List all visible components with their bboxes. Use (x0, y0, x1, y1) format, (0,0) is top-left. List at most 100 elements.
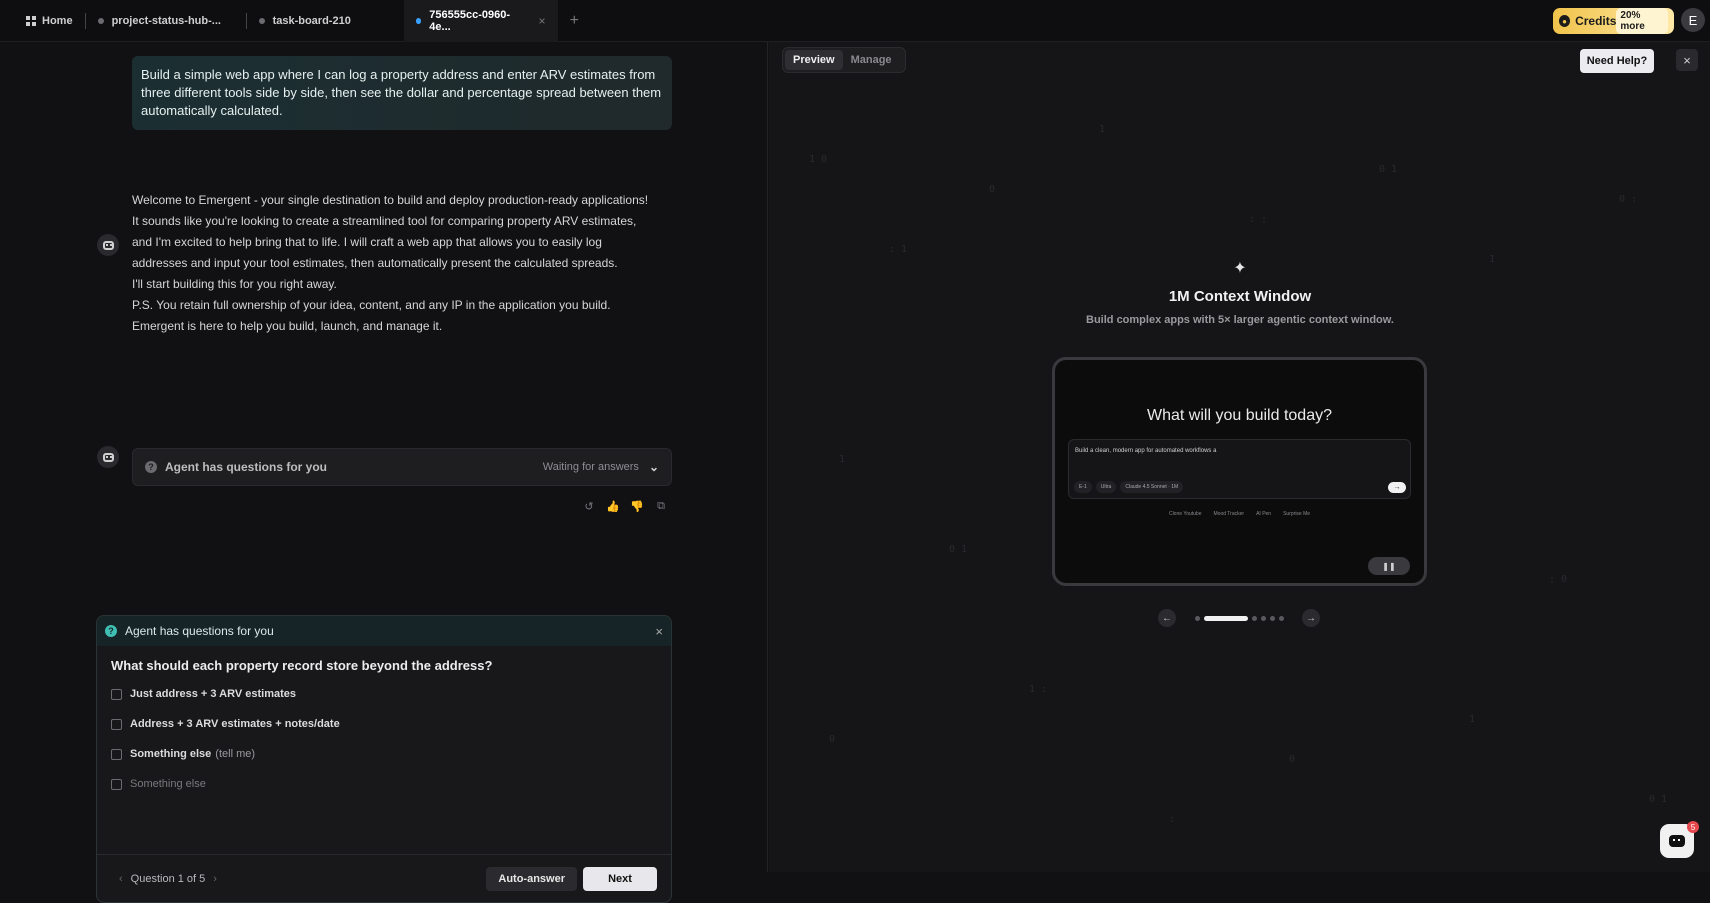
demo-suggestions: Clone Youtube Mood Tracker AI Pen Surpri… (1055, 511, 1424, 517)
feature-title: 1M Context Window (1168, 288, 1312, 305)
svg-text::: : (1169, 814, 1175, 825)
auto-answer-button[interactable]: Auto-answer (486, 866, 577, 891)
demo-chips: E-1 Ultra Claude 4.5 Sonnet · 1M (1074, 481, 1184, 493)
carousel-dot[interactable] (1194, 615, 1200, 621)
thumbs-down-icon[interactable]: 👎 (630, 499, 644, 513)
feature-hero: ✦ 1M Context Window Build complex apps w… (1080, 258, 1400, 328)
questions-bar-label: Agent has questions for you (165, 460, 328, 474)
close-tab-icon[interactable]: × (539, 14, 546, 28)
chevron-left-icon[interactable]: ‹ (119, 873, 123, 885)
demo-suggestion: Surprise Me (1283, 511, 1311, 517)
question-panel-header: ? Agent has questions for you × (97, 616, 671, 646)
message-line: and I'm excited to help bring that to li… (132, 235, 602, 249)
svg-text:1: 1 (1469, 714, 1475, 725)
notification-badge: 5 (1687, 821, 1699, 833)
svg-text:0 :: 0 : (1619, 194, 1637, 205)
svg-text:1 :: 1 : (1029, 684, 1047, 695)
option-label: Something else (130, 748, 212, 760)
next-button[interactable]: Next (583, 866, 657, 891)
option-something-else-tell-me[interactable]: Something else (tell me) (97, 739, 671, 769)
arrow-left-icon[interactable]: ← (1158, 609, 1176, 627)
svg-text:0 1: 0 1 (949, 544, 967, 555)
message-actions: ↺ 👍 👎 ⧉ (582, 499, 668, 513)
option-just-address[interactable]: Just address + 3 ARV estimates (97, 679, 671, 709)
chevron-down-icon[interactable]: ⌄ (649, 460, 659, 474)
message-line: Welcome to Emergent - your single destin… (132, 193, 649, 207)
question-icon: ? (105, 625, 117, 637)
svg-text:0: 0 (989, 184, 995, 195)
dot-icon (97, 17, 104, 24)
svg-text:: 1: : 1 (889, 244, 907, 255)
carousel-dot[interactable] (1251, 615, 1257, 621)
option-label: Address + 3 ARV estimates + notes/date (130, 718, 340, 730)
question-panel: ? Agent has questions for you × What sho… (96, 615, 672, 903)
option-label: Something else (130, 778, 206, 790)
need-help-button[interactable]: Need Help? (1580, 49, 1654, 73)
message-line: It sounds like you're looking to create … (132, 214, 637, 228)
carousel-dot[interactable] (1278, 615, 1284, 621)
svg-text:0 1: 0 1 (1649, 794, 1667, 805)
close-icon[interactable]: × (655, 624, 663, 639)
svg-text:0: 0 (1289, 754, 1295, 765)
option-address-notes-date[interactable]: Address + 3 ARV estimates + notes/date (97, 709, 671, 739)
credits-bonus-badge: 20% more (1616, 8, 1668, 34)
option-label: Just address + 3 ARV estimates (130, 688, 296, 700)
demo-title: What will you build today? (1147, 407, 1332, 424)
user-message: Build a simple web app where I can log a… (132, 56, 672, 130)
tab-bar: Home project-status-hub-... task-board-2… (0, 0, 1710, 42)
carousel-dots (1194, 615, 1284, 621)
dot-icon (415, 17, 422, 24)
carousel-dot[interactable] (1260, 615, 1266, 621)
carousel-dot-active[interactable] (1203, 615, 1248, 621)
tab-manage[interactable]: Manage (843, 50, 900, 70)
history-icon[interactable]: ↺ (582, 499, 596, 513)
message-line: addresses and input your tool estimates,… (132, 256, 618, 270)
demo-video-frame: What will you build today? Build a clean… (1052, 357, 1427, 586)
tab-current-session[interactable]: 756555cc-0960-4e... × (403, 0, 558, 42)
credits-button[interactable]: ● Credits 20% more (1553, 8, 1674, 34)
demo-suggestion: AI Pen (1256, 511, 1272, 517)
feature-subtitle: Build complex apps with 5× larger agenti… (1086, 314, 1394, 326)
chevron-right-icon[interactable]: › (213, 873, 217, 885)
credits-label: Credits (1575, 14, 1617, 28)
question-panel-title: Agent has questions for you (125, 624, 274, 638)
demo-chip: Ultra (1095, 481, 1117, 493)
agent-avatar (97, 234, 119, 256)
pause-icon[interactable]: ❚❚ (1368, 557, 1410, 575)
tab-label: Home (42, 14, 73, 27)
tab-preview[interactable]: Preview (785, 50, 843, 70)
checkbox[interactable] (111, 778, 122, 790)
robot-icon (102, 240, 114, 250)
copy-icon[interactable]: ⧉ (654, 499, 668, 513)
demo-prompt-text: Build a clean, modern app for automated … (1075, 448, 1217, 454)
thumbs-up-icon[interactable]: 👍 (606, 499, 620, 513)
avatar[interactable]: E (1681, 8, 1705, 32)
checkbox[interactable] (111, 718, 122, 730)
question-text: What should each property record store b… (111, 658, 493, 673)
svg-text:: :: : : (1249, 214, 1267, 225)
arrow-right-icon[interactable]: → (1302, 609, 1320, 627)
new-tab-icon[interactable]: + (570, 12, 579, 30)
questions-status: Waiting for answers (542, 461, 639, 473)
svg-text:1 0: 1 0 (809, 154, 827, 165)
option-something-else[interactable]: Something else (97, 769, 671, 799)
demo-chip: Claude 4.5 Sonnet · 1M (1120, 481, 1184, 493)
question-counter: Question 1 of 5 (130, 872, 206, 885)
option-sublabel: (tell me) (215, 748, 256, 760)
svg-text:0 1: 0 1 (1379, 164, 1397, 175)
checkbox[interactable] (111, 748, 122, 760)
svg-text:1: 1 (839, 454, 845, 465)
tab-task-board[interactable]: task-board-210 (247, 0, 404, 42)
tab-home[interactable]: Home (0, 0, 85, 42)
message-line: P.S. You retain full ownership of your i… (132, 298, 611, 312)
checkbox[interactable] (111, 688, 122, 700)
demo-prompt-box: Build a clean, modern app for automated … (1068, 439, 1411, 499)
robot-icon (102, 452, 114, 462)
question-panel-footer: ‹ Question 1 of 5 › Auto-answer Next (97, 854, 671, 902)
close-icon[interactable]: × (1676, 49, 1698, 71)
tab-project-status-hub[interactable]: project-status-hub-... (86, 0, 246, 42)
agent-questions-bar[interactable]: ? Agent has questions for you Waiting fo… (132, 448, 672, 486)
carousel-dot[interactable] (1269, 615, 1275, 621)
question-icon: ? (145, 461, 157, 473)
message-line: Emergent is here to help you build, laun… (132, 319, 443, 333)
